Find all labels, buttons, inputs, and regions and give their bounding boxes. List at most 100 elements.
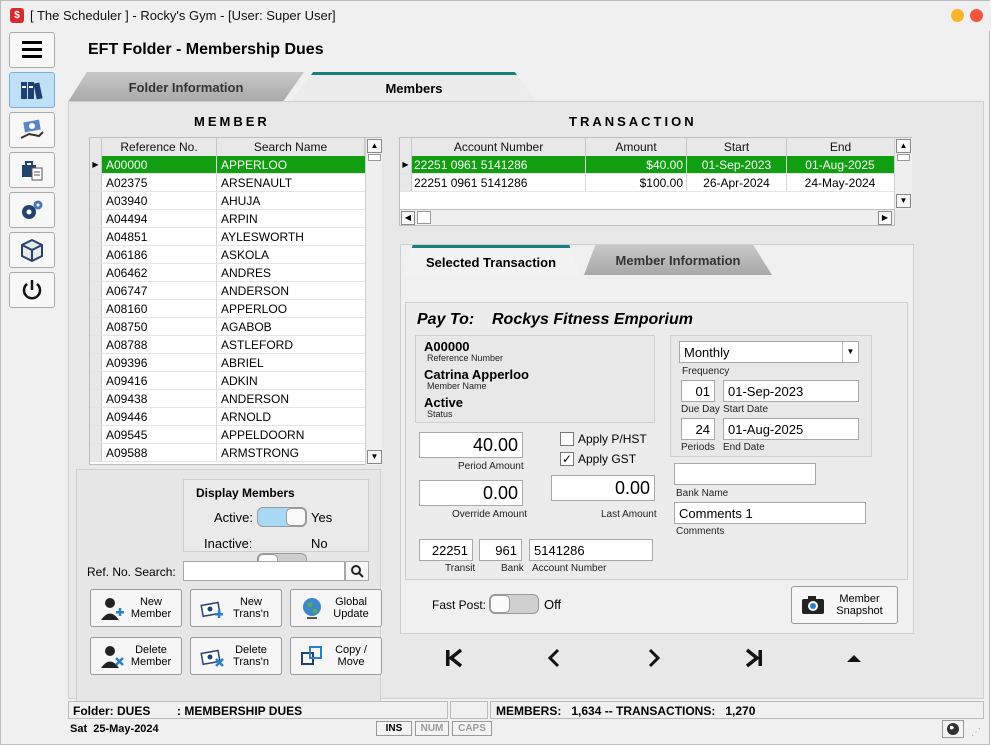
member-grid-scrollbar[interactable]: ▲ ▼ [365,138,382,465]
last-record-button[interactable] [736,643,772,673]
first-record-button[interactable] [436,643,472,673]
cell-start: 26-Apr-2024 [687,174,787,191]
globe-status-button[interactable] [942,720,964,738]
tab-selected-transaction[interactable]: Selected Transaction [402,245,580,277]
table-row[interactable]: A04494 ARPIN [90,210,381,228]
scroll-right-arrow[interactable]: ▶ [878,211,892,225]
column-header-account-number[interactable]: Account Number [412,138,586,156]
apply-gst-checkbox[interactable]: ✓ [560,452,574,466]
transaction-hscrollbar[interactable]: ◀ ▶ [399,209,895,226]
transit-input[interactable]: 22251 [419,539,473,561]
scroll-down-arrow[interactable]: ▼ [367,450,382,464]
bank-name-input[interactable] [674,463,816,485]
fast-post-value: Off [544,597,562,612]
tab-members[interactable]: Members [291,72,537,102]
cell-reference: A09446 [102,408,217,425]
scroll-down-arrow[interactable]: ▼ [896,194,911,208]
ref-search-input[interactable] [183,561,345,581]
column-header-amount[interactable]: Amount [586,138,687,156]
column-header-reference[interactable]: Reference No. [102,138,217,156]
row-indicator [90,354,102,371]
table-row[interactable]: A09446 ARNOLD [90,408,381,426]
active-toggle[interactable] [257,507,307,527]
chevron-down-icon[interactable]: ▼ [842,342,858,362]
due-day-input[interactable]: 01 [681,380,715,402]
table-row[interactable]: A08160 APPERLOO [90,300,381,318]
exit-button[interactable] [9,272,55,308]
apply-gst-label: Apply GST [578,452,637,466]
table-row[interactable]: A06186 ASKOLA [90,246,381,264]
minimize-button[interactable] [951,9,964,22]
end-date-input[interactable]: 01-Aug-2025 [723,418,859,440]
transaction-rows: ▶ 22251 0961 5141286 $40.00 01-Sep-2023 01-A… [400,156,911,192]
payments-button[interactable] [9,112,55,148]
active-label: Active: [214,510,254,525]
settings-button[interactable] [9,192,55,228]
transaction-grid[interactable]: Account Number Amount Start End ▶ 22251 0… [399,137,912,210]
override-amount-input[interactable]: 0.00 [419,480,523,506]
comments-input[interactable]: Comments 1 [674,502,866,524]
scroll-thumb[interactable] [417,211,431,224]
account-number-input[interactable]: 5141286 [529,539,653,561]
periods-input[interactable]: 24 [681,418,715,440]
folders-button[interactable] [9,72,55,108]
member-grid[interactable]: Reference No. Search Name ▶ A00000 APPERLO… [89,137,382,465]
start-date-input[interactable]: 01-Sep-2023 [723,380,859,402]
package-button[interactable] [9,232,55,268]
cell-reference: A08788 [102,336,217,353]
scroll-left-arrow[interactable]: ◀ [401,211,415,225]
table-row[interactable]: A09545 APPELDOORN [90,426,381,444]
table-row[interactable]: A09438 ANDERSON [90,390,381,408]
cell-search-name: ANDERSON [221,284,290,298]
tab-folder-information[interactable]: Folder Information [68,72,304,102]
table-row[interactable]: A09588 ARMSTRONG [90,444,381,462]
close-button[interactable] [970,9,983,22]
copy-move-button[interactable]: Copy / Move [290,637,382,675]
scroll-up-arrow[interactable]: ▲ [896,139,911,153]
member-snapshot-button[interactable]: Member Snapshot [791,586,898,624]
scroll-top-button[interactable] [836,643,872,673]
new-member-button[interactable]: New Member [90,589,182,627]
ref-search-button[interactable] [345,561,369,581]
delete-member-button[interactable]: Delete Member [90,637,182,675]
table-row[interactable]: 22251 0961 5141286 $100.00 26-Apr-2024 24-M… [400,174,911,192]
status-label: Status [427,409,453,419]
table-row[interactable]: A04851 AYLESWORTH [90,228,381,246]
table-row[interactable]: A02375 ARSENAULT [90,174,381,192]
table-row[interactable]: ▶ A00000 APPERLOO [90,156,381,174]
tab-member-information[interactable]: Member Information [584,245,772,275]
table-row[interactable]: A06462 ANDRES [90,264,381,282]
resize-grip-icon[interactable]: ⋰ [971,727,981,738]
apply-pst-checkbox[interactable] [560,432,574,446]
period-amount-input[interactable]: 40.00 [419,432,523,458]
column-header-search-name[interactable]: Search Name [217,138,365,156]
table-row[interactable]: A09416 ADKIN [90,372,381,390]
end-date-label: End Date [723,442,765,453]
column-header-end[interactable]: End [787,138,895,156]
column-header-start[interactable]: Start [687,138,787,156]
scroll-up-arrow[interactable]: ▲ [367,139,382,153]
scroll-thumb[interactable] [897,154,910,161]
last-amount-input[interactable]: 0.00 [551,475,655,501]
cell-start: 01-Sep-2023 [687,156,787,173]
table-row[interactable]: ▶ 22251 0961 5141286 $40.00 01-Sep-2023 01-A… [400,156,911,174]
caret-up-icon [847,655,861,662]
bank-input[interactable]: 961 [479,539,522,561]
table-row[interactable]: A09396 ABRIEL [90,354,381,372]
menu-button[interactable] [9,32,55,68]
transaction-vscrollbar[interactable]: ▲ ▼ [894,138,912,210]
table-row[interactable]: A03940 AHUJA [90,192,381,210]
delete-transaction-button[interactable]: Delete Trans'n [190,637,282,675]
fast-post-toggle[interactable] [489,594,539,614]
table-row[interactable]: A06747 ANDERSON [90,282,381,300]
reports-button[interactable] [9,152,55,188]
global-update-button[interactable]: Global Update [290,589,382,627]
row-indicator [90,300,102,317]
new-transaction-button[interactable]: New Trans'n [190,589,282,627]
frequency-select[interactable]: Monthly ▼ [679,341,859,363]
table-row[interactable]: A08788 ASTLEFORD [90,336,381,354]
previous-record-button[interactable] [536,643,572,673]
next-record-button[interactable] [636,643,672,673]
table-row[interactable]: A08750 AGABOB [90,318,381,336]
scroll-thumb[interactable] [368,154,381,161]
